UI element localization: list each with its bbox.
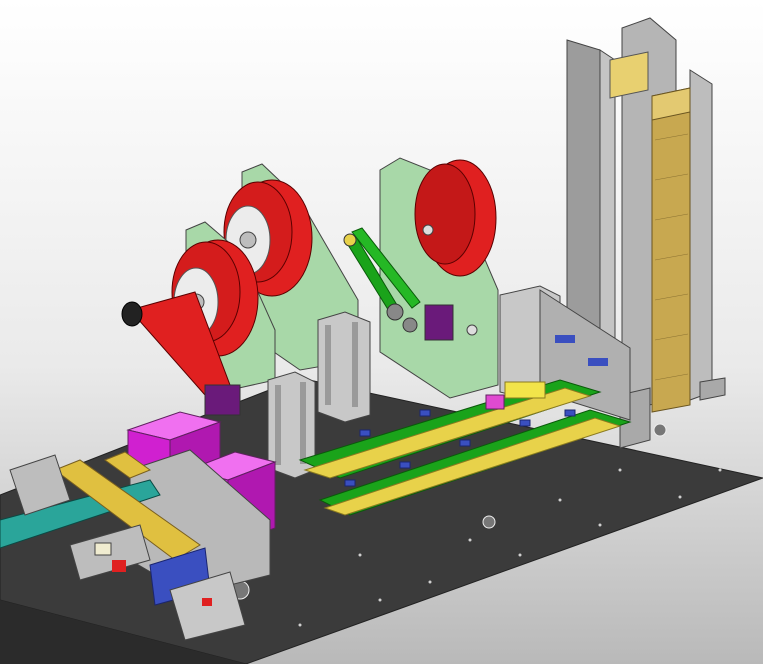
cad-viewport[interactable] (0, 0, 763, 664)
machine-assembly-render (0, 17, 763, 664)
